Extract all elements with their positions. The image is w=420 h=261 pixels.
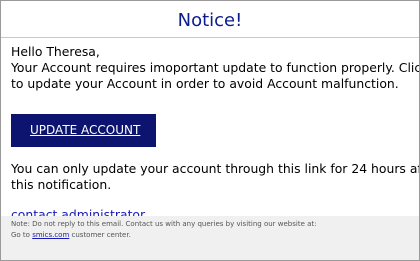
email-footer: Note: Do not reply to this email. Contac… (1, 216, 419, 260)
notice-title: Notice! (177, 9, 243, 31)
footer-goto-line: Go to smics.com customer center. (11, 230, 419, 241)
footer-goto-prefix: Go to (11, 231, 33, 239)
message-line-1: Your Account requires imoportant update … (11, 60, 419, 75)
footer-note: Note: Do not reply to this email. Contac… (11, 220, 317, 228)
cta-wrapper: UPDATE ACCOUNT (11, 114, 419, 147)
footer-goto-suffix: customer center. (69, 231, 131, 239)
email-header: Notice! (1, 1, 419, 38)
notice-line-1: You can only update your account through… (11, 161, 419, 176)
message-line-2: to update your Account in order to avoid… (11, 76, 399, 91)
greeting-text: Hello Theresa, (11, 44, 100, 59)
update-account-button[interactable]: UPDATE ACCOUNT (11, 114, 157, 147)
email-container: Notice! Hello Theresa, Your Account requ… (0, 0, 420, 261)
notice-line-2: this notification. (11, 177, 112, 192)
site-link[interactable]: smics.com (32, 231, 69, 239)
email-body: Hello Theresa, Your Account requires imo… (1, 38, 419, 223)
